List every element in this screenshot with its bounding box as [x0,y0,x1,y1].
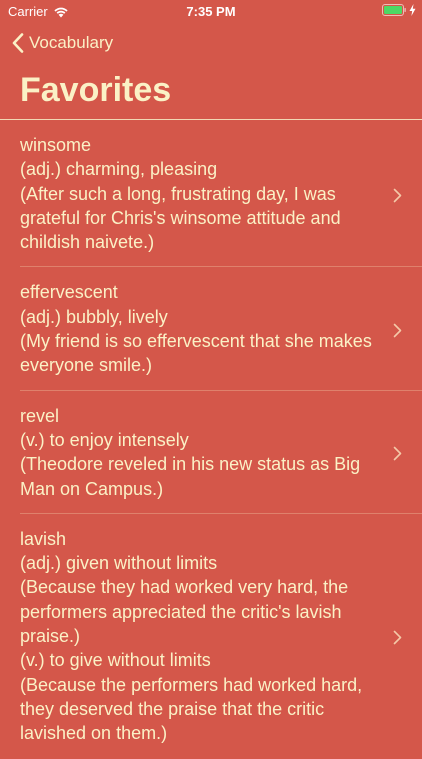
entry-text: winsome (adj.) charming, pleasing (After… [20,133,372,254]
entry-example: (Because the performers had worked hard,… [20,674,363,744]
back-button[interactable]: Vocabulary [12,31,113,55]
chevron-right-icon [393,323,402,338]
battery-indicator [382,4,416,16]
entry-definition: (adj.) given without limits [20,553,218,574]
entry-example: (Theodore reveled in his new status as B… [20,454,361,499]
entry-example: (Because they had worked very hard, the … [20,577,349,647]
chevron-right-icon [393,446,402,461]
chevron-left-icon [12,33,24,53]
back-button-label: Vocabulary [29,33,114,52]
entry-text: effervescent (adj.) bubbly, lively (My f… [20,280,372,377]
entry-text: lavish (adj.) given without limits (Beca… [20,527,372,746]
entry-definition: (v.) to enjoy intensely [20,429,189,450]
list-item[interactable]: revel (v.) to enjoy intensely (Theodore … [0,391,422,514]
page-title: Favorites [20,71,172,109]
favorites-list: winsome (adj.) charming, pleasing (After… [0,120,422,759]
status-bar: Carrier 7:35 PM [0,0,422,24]
entry-definition: (adj.) bubbly, lively [20,306,168,327]
entry-example: (After such a long, frustrating day, I w… [20,183,341,253]
list-item[interactable]: lavish (adj.) given without limits (Beca… [0,514,422,759]
status-time: 7:35 PM [186,4,236,19]
list-item[interactable]: effervescent (adj.) bubbly, lively (My f… [0,267,422,391]
entry-definition: (v.) to give without limits [20,650,211,671]
entry-word: winsome [20,135,92,155]
entry-definition: (adj.) charming, pleasing [20,159,218,180]
entry-example: (My friend is so effervescent that she m… [20,331,372,376]
entry-word: effervescent [20,282,118,303]
chevron-right-icon [393,188,402,203]
chevron-right-icon [393,630,402,645]
list-item[interactable]: winsome (adj.) charming, pleasing (After… [0,120,422,268]
entry-word: lavish [20,528,67,549]
entry-word: revel [20,405,60,426]
entry-text: revel (v.) to enjoy intensely (Theodore … [20,404,372,501]
battery-icon [382,4,406,16]
charging-bolt-icon [409,4,416,16]
